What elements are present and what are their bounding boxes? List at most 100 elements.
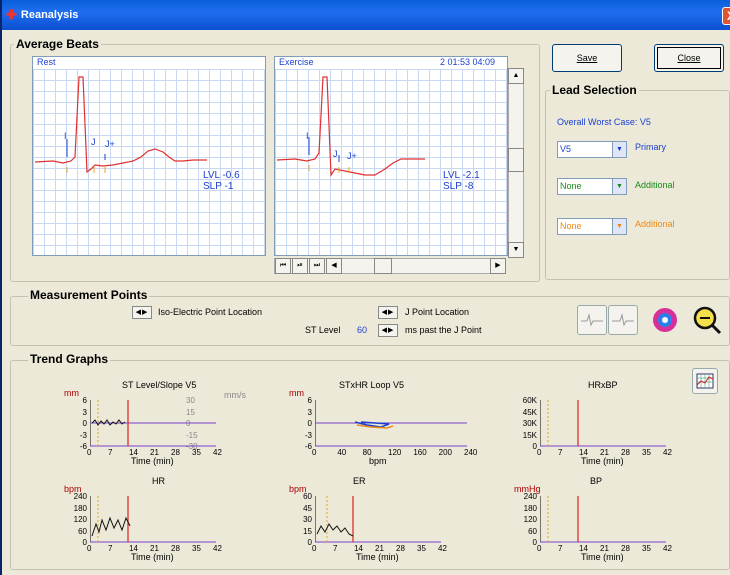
window-close-button[interactable]: X — [722, 7, 730, 25]
magnifier-icon — [693, 306, 722, 335]
exercise-slp: SLP -8 — [443, 181, 474, 192]
loop-ytick: -6 — [304, 442, 312, 451]
st-ytick: -6 — [79, 442, 87, 451]
exercise-beat-panel: Exercise 2 01:53 04:09 I J J+ LVL -2.1 S… — [274, 56, 508, 256]
loop-xlabel: bpm — [369, 456, 387, 466]
exercise-jplus-marker: J+ — [347, 151, 357, 161]
loop-title: STxHR Loop V5 — [339, 380, 405, 390]
app-icon: ✚ — [6, 7, 17, 22]
hr-ytick: 60 — [78, 526, 87, 536]
st-xlabel: Time (min) — [131, 456, 174, 466]
st-unit: mm — [64, 388, 79, 398]
bp-ytick: 240 — [523, 492, 537, 501]
waveform-icon — [612, 313, 634, 327]
hrxbp-ytick: 45K — [522, 407, 537, 417]
additional-lead-select-1[interactable]: None ▼ — [557, 178, 627, 195]
loop-ytick: 0 — [307, 419, 312, 428]
zoom-button[interactable] — [692, 305, 722, 335]
additional-lead-1-value: None — [560, 181, 582, 191]
window-title: Reanalysis — [20, 9, 79, 21]
er-title: ER — [353, 476, 366, 486]
loop-ytick: 6 — [307, 396, 312, 405]
st-ytick: 3 — [82, 407, 87, 417]
title-bar[interactable]: ✚ Reanalysis X — [2, 0, 730, 30]
lead-selection-legend: Lead Selection — [550, 83, 639, 97]
hr-plot — [90, 496, 216, 543]
iso-point-label: Iso-Electric Point Location — [158, 307, 263, 317]
hr-ytick: 240 — [73, 492, 87, 501]
bp-ytick: 120 — [523, 515, 537, 524]
rest-lvl: LVL -0.6 — [203, 170, 240, 181]
st-level-value: 60 — [357, 325, 368, 335]
st-level-spinner[interactable]: ◀▶ — [378, 324, 398, 337]
save-button[interactable]: Save — [552, 44, 622, 72]
rest-slp: SLP -1 — [203, 181, 234, 192]
first-beat-button[interactable]: ⏮ — [275, 258, 291, 274]
average-beats-legend: Average Beats — [14, 37, 101, 51]
refresh-icon — [653, 308, 677, 332]
st-ytick: -3 — [79, 430, 87, 440]
chevron-down-icon: ▼ — [612, 219, 626, 234]
hrxbp-xlabel: Time (min) — [581, 456, 624, 466]
scroll-up-button[interactable]: ▲ — [508, 68, 524, 84]
additional-label-1: Additional — [635, 180, 675, 190]
bp-ytick: 60 — [528, 526, 537, 536]
st-title: ST Level/Slope V5 — [122, 380, 197, 390]
er-xlabel: Time (min) — [356, 552, 399, 562]
bp-ytick: 180 — [523, 503, 537, 513]
scroll-thumb[interactable] — [508, 148, 524, 172]
trend-settings-button[interactable] — [692, 368, 718, 394]
hrxbp-ytick: 30K — [522, 419, 537, 428]
trend-graphs-legend: Trend Graphs — [28, 352, 111, 366]
rest-j-marker: J — [91, 137, 96, 147]
st-ytick: 6 — [82, 396, 87, 405]
chevron-down-icon: ▼ — [612, 179, 626, 194]
chevron-down-icon: ▼ — [612, 142, 626, 157]
beat-compare-button-2[interactable] — [608, 305, 638, 335]
st-unit-right: mm/s — [224, 390, 246, 400]
play-pause-button[interactable]: ⏯ — [292, 258, 308, 274]
additional-label-2: Additional — [635, 219, 675, 229]
loop-ytick: -3 — [304, 430, 312, 440]
loop-unit: mm — [289, 388, 304, 398]
scroll-down-button[interactable]: ▼ — [508, 242, 524, 258]
hr-title: HR — [152, 476, 165, 486]
rest-iso-marker: I — [64, 131, 67, 141]
loop-plot — [315, 400, 467, 447]
rest-beat-panel: Rest I J J+ LVL -0.6 SLP -1 — [32, 56, 266, 256]
er-ytick: 15 — [303, 526, 312, 536]
j-point-label: J Point Location — [405, 307, 470, 317]
waveform-icon — [581, 313, 603, 327]
measurement-points-legend: Measurement Points — [28, 288, 150, 302]
primary-lead-select[interactable]: V5 ▼ — [557, 141, 627, 158]
beat-compare-button-1[interactable] — [577, 305, 607, 335]
exercise-lvl: LVL -2.1 — [443, 170, 480, 181]
refresh-button[interactable] — [650, 305, 680, 335]
horizontal-scroll-thumb[interactable] — [374, 258, 392, 274]
hrxbp-ytick: 60K — [522, 396, 537, 405]
st-level-label: ST Level — [305, 325, 341, 335]
iso-point-spinner[interactable]: ◀▶ — [132, 306, 152, 319]
er-plot — [315, 496, 441, 543]
scroll-left-button[interactable]: ◀ — [326, 258, 342, 274]
er-ytick: 30 — [303, 515, 312, 524]
additional-lead-select-2[interactable]: None ▼ — [557, 218, 627, 235]
er-ytick: 60 — [303, 492, 312, 501]
close-button[interactable]: Close — [654, 44, 724, 72]
st-ytick: 0 — [82, 419, 87, 428]
exercise-iso-marker: I — [306, 131, 309, 141]
additional-lead-2-value: None — [560, 221, 582, 231]
bp-title: BP — [590, 476, 603, 486]
hr-xlabel: Time (min) — [131, 552, 174, 562]
er-ytick: 45 — [303, 503, 312, 513]
hrxbp-ytick: 15K — [522, 430, 537, 440]
hr-ytick: 180 — [73, 503, 87, 513]
primary-lead-value: V5 — [560, 144, 572, 154]
last-beat-button[interactable]: ⏭ — [309, 258, 325, 274]
loop-ytick: 3 — [307, 407, 312, 417]
scroll-right-button[interactable]: ▶ — [490, 258, 506, 274]
j-point-spinner[interactable]: ◀▶ — [378, 306, 398, 319]
hrxbp-title: HRxBP — [588, 380, 618, 390]
overall-worst-case: Overall Worst Case: V5 — [557, 117, 651, 127]
rest-beat-waveform — [34, 76, 207, 174]
